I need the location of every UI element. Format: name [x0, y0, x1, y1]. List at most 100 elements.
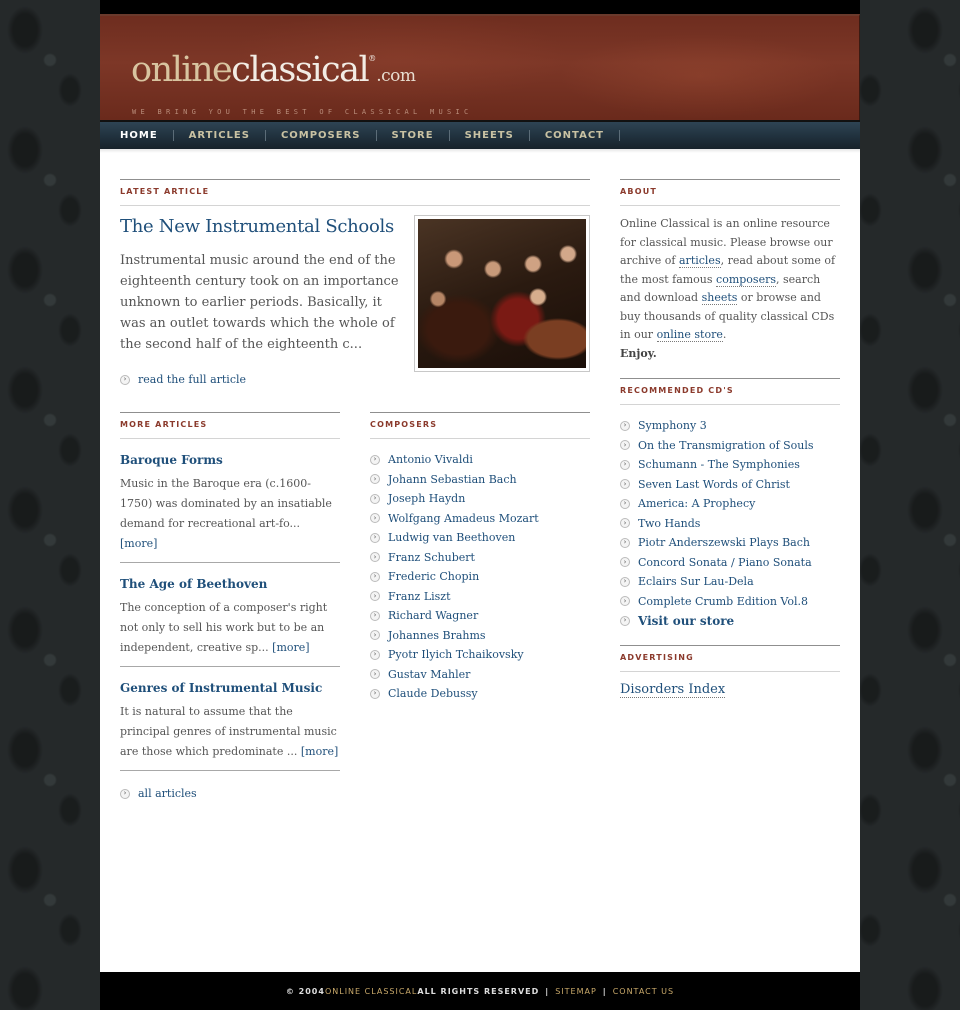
latest-article-heading: LATEST ARTICLE — [120, 179, 590, 206]
list-link[interactable]: Symphony 3 — [638, 419, 707, 432]
all-articles-label: all articles — [138, 787, 197, 800]
arrow-circle-icon: › — [370, 532, 380, 543]
nav-home[interactable]: HOME — [120, 130, 174, 141]
list-link[interactable]: Franz Schubert — [388, 551, 475, 564]
arrow-circle-icon: › — [370, 610, 380, 621]
article-title[interactable]: The Age of Beethoven — [120, 577, 340, 591]
list-item: › Piotr Anderszewski Plays Bach — [620, 533, 840, 553]
list-item: › Antonio Vivaldi — [370, 450, 590, 470]
list-item: › Johann Sebastian Bach — [370, 470, 590, 490]
arrow-circle-icon: › — [370, 493, 380, 504]
nav-contact[interactable]: CONTACT — [530, 130, 620, 141]
footer-copyright: © 2004 — [285, 986, 325, 996]
about-articles-link[interactable]: articles — [679, 254, 721, 268]
list-link[interactable]: Johannes Brahms — [388, 629, 486, 642]
recommended-cd-list: › Symphony 3 › On the Transmigration of Sou… — [620, 416, 840, 631]
list-link[interactable]: Joseph Haydn — [388, 492, 465, 505]
nav-composers[interactable]: COMPOSERS — [266, 130, 377, 141]
about-text: Online Classical is an online resource f… — [620, 215, 840, 363]
list-item: › America: A Prophecy — [620, 494, 840, 514]
arrow-circle-icon: › — [370, 591, 380, 602]
list-link[interactable]: Wolfgang Amadeus Mozart — [388, 512, 539, 525]
article-excerpt: Music in the Baroque era (c.1600-1750) w… — [120, 477, 332, 530]
arrow-circle-icon: › — [620, 557, 630, 568]
list-link[interactable]: Claude Debussy — [388, 687, 478, 700]
all-articles-link[interactable]: › all articles — [120, 787, 340, 800]
arrow-circle-icon: › — [370, 688, 380, 699]
nav-sheets[interactable]: SHEETS — [450, 130, 530, 141]
list-item: › Wolfgang Amadeus Mozart — [370, 509, 590, 529]
list-item: › Franz Schubert — [370, 548, 590, 568]
latest-article-image[interactable] — [414, 215, 590, 372]
list-link[interactable]: Eclairs Sur Lau-Dela — [638, 575, 754, 588]
footer-sitemap-link[interactable]: SITEMAP — [555, 987, 597, 996]
composers-section: COMPOSERS › Antonio Vivaldi › Johann Sebast… — [370, 412, 590, 704]
list-link[interactable]: Antonio Vivaldi — [388, 453, 473, 466]
nav-store[interactable]: STORE — [377, 130, 450, 141]
list-link[interactable]: Two Hands — [638, 517, 700, 530]
list-item: › Schumann - The Symphonies — [620, 455, 840, 475]
arrow-circle-icon: › — [620, 440, 630, 451]
footer-separator: | — [545, 986, 550, 996]
article-item: Baroque Forms Music in the Baroque era (… — [120, 439, 340, 563]
list-item: › Johannes Brahms — [370, 626, 590, 646]
list-link[interactable]: Frederic Chopin — [388, 570, 479, 583]
list-link[interactable]: Johann Sebastian Bach — [388, 473, 517, 486]
painting-image — [418, 219, 586, 368]
nav-articles[interactable]: ARTICLES — [174, 130, 266, 141]
arrow-circle-icon: › — [620, 459, 630, 470]
logo-com: .com — [376, 66, 416, 86]
about-text-part: . — [722, 328, 727, 341]
list-link[interactable]: Richard Wagner — [388, 609, 478, 622]
list-item: › On the Transmigration of Souls — [620, 436, 840, 456]
read-full-article-link[interactable]: › read the full article — [120, 373, 590, 386]
list-item: › Visit our store — [620, 611, 840, 631]
composer-list: › Antonio Vivaldi › Johann Sebastian Bach › J… — [370, 450, 590, 704]
about-sheets-link[interactable]: sheets — [701, 291, 738, 305]
list-link[interactable]: On the Transmigration of Souls — [638, 439, 814, 452]
footer-contact-link[interactable]: CONTACT US — [613, 987, 674, 996]
more-link[interactable]: [more] — [301, 745, 338, 758]
about-store-link[interactable]: online store — [656, 328, 723, 342]
list-link[interactable]: Complete Crumb Edition Vol.8 — [638, 595, 808, 608]
list-item: › Franz Liszt — [370, 587, 590, 607]
more-link[interactable]: [more] — [120, 537, 157, 550]
visit-store-link[interactable]: Visit our store — [638, 614, 734, 628]
list-item: › Ludwig van Beethoven — [370, 528, 590, 548]
arrow-circle-icon: › — [370, 552, 380, 563]
list-link[interactable]: Pyotr Ilyich Tchaikovsky — [388, 648, 524, 661]
top-bar — [100, 0, 860, 14]
article-item: The Age of Beethoven The conception of a… — [120, 563, 340, 667]
advertising-section: ADVERTISING Disorders Index — [620, 644, 840, 698]
footer-brand: ONLINE CLASSICAL — [324, 986, 418, 996]
list-link[interactable]: Franz Liszt — [388, 590, 451, 603]
article-item: Genres of Instrumental Music It is natur… — [120, 667, 340, 771]
arrow-circle-icon: › — [620, 615, 630, 626]
list-link[interactable]: Piotr Anderszewski Plays Bach — [638, 536, 810, 549]
article-title[interactable]: Baroque Forms — [120, 453, 340, 467]
list-link[interactable]: Ludwig van Beethoven — [388, 531, 515, 544]
article-title[interactable]: Genres of Instrumental Music — [120, 681, 340, 695]
arrow-circle-icon: › — [620, 576, 630, 587]
site-logo[interactable]: onlineclassical® .com — [131, 50, 416, 90]
list-item: › Concord Sonata / Piano Sonata — [620, 553, 840, 573]
more-link[interactable]: [more] — [272, 641, 309, 654]
advertising-link[interactable]: Disorders Index — [620, 682, 726, 698]
about-composers-link[interactable]: composers — [716, 272, 776, 287]
list-item: › Frederic Chopin — [370, 567, 590, 587]
list-item: › Richard Wagner — [370, 606, 590, 626]
latest-article-excerpt: Instrumental music around the end of the… — [120, 253, 399, 352]
list-link[interactable]: America: A Prophecy — [638, 497, 755, 510]
list-link[interactable]: Seven Last Words of Christ — [638, 478, 790, 491]
composers-heading: COMPOSERS — [370, 412, 590, 439]
recommended-cds-heading: RECOMMENDED CD'S — [620, 378, 840, 405]
list-item: › Pyotr Ilyich Tchaikovsky — [370, 645, 590, 665]
list-link[interactable]: Gustav Mahler — [388, 668, 470, 681]
list-link[interactable]: Schumann - The Symphonies — [638, 458, 800, 471]
list-item: › Symphony 3 — [620, 416, 840, 436]
footer-rights: ALL RIGHTS RESERVED — [417, 986, 540, 996]
list-link[interactable]: Concord Sonata / Piano Sonata — [638, 556, 812, 569]
arrow-circle-icon: › — [370, 513, 380, 524]
arrow-circle-icon: › — [370, 649, 380, 660]
footer-separator: | — [602, 986, 607, 996]
